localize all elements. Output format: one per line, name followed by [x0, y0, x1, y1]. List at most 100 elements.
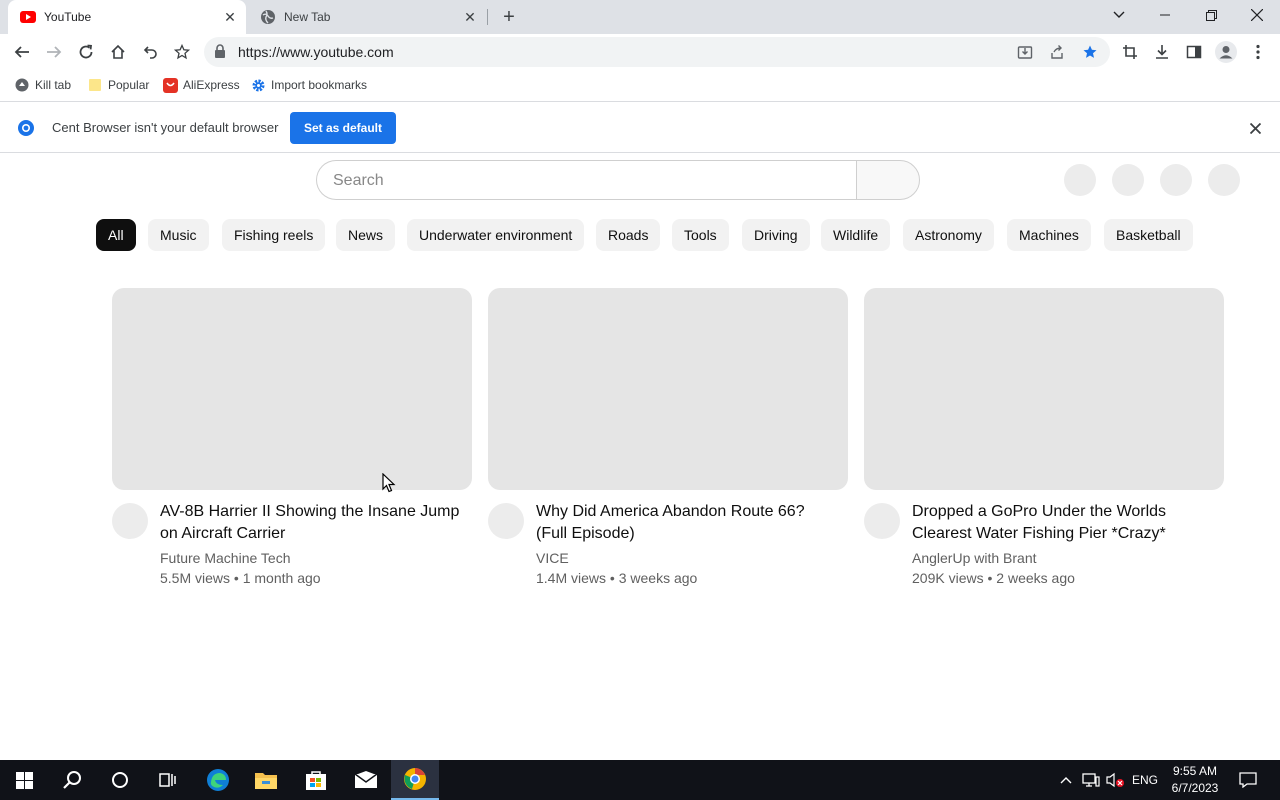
notifications-button[interactable] [1232, 760, 1264, 800]
chevron-up-icon [1060, 777, 1072, 784]
tab-search-button[interactable] [1096, 0, 1142, 30]
chip-underwater-environment[interactable]: Underwater environment [407, 219, 585, 251]
star-filled-icon[interactable] [1079, 41, 1101, 63]
crop-screenshot-button[interactable] [1116, 38, 1144, 66]
star-outline-icon [174, 44, 190, 60]
clock-time: 9:55 AM [1172, 764, 1218, 778]
close-tab-icon[interactable]: ✕ [220, 7, 240, 27]
url-text: https://www.youtube.com [238, 44, 394, 60]
search-input[interactable]: Search [316, 160, 857, 200]
bookmark-label: Import bookmarks [271, 78, 368, 92]
kill-tab-icon [14, 77, 30, 93]
search-button[interactable] [856, 160, 920, 200]
profile-button[interactable] [1212, 38, 1240, 66]
address-bar[interactable]: https://www.youtube.com [204, 37, 1110, 67]
input-language-indicator[interactable]: ENG [1128, 760, 1162, 800]
bookmark-star-button[interactable] [168, 38, 196, 66]
arrow-left-icon [14, 46, 29, 58]
side-panel-button[interactable] [1180, 38, 1208, 66]
video-thumbnail[interactable] [112, 288, 472, 490]
bookmark-popular[interactable]: Popular [87, 75, 149, 95]
bookmark-kill-tab[interactable]: Kill tab [14, 75, 71, 95]
file-explorer-taskbar-button[interactable] [242, 760, 290, 800]
bookmark-import[interactable]: Import bookmarks [250, 75, 367, 95]
back-button[interactable] [8, 38, 36, 66]
tab-label: YouTube [44, 10, 92, 24]
forward-button[interactable] [40, 38, 68, 66]
new-tab-button[interactable]: + [498, 6, 520, 28]
close-icon [1251, 9, 1263, 21]
install-app-icon[interactable] [1014, 41, 1036, 63]
header-action-placeholder[interactable] [1064, 164, 1096, 196]
video-title[interactable]: AV-8B Harrier II Showing the Insane Jump… [160, 501, 460, 545]
chip-driving[interactable]: Driving [742, 219, 810, 251]
avatar[interactable] [1208, 164, 1240, 196]
chip-all[interactable]: All [96, 219, 136, 251]
taskbar: ENG 9:55 AM 6/7/2023 [0, 760, 1280, 800]
task-view-button[interactable] [144, 760, 192, 800]
channel-name[interactable]: AnglerUp with Brant [912, 550, 1037, 566]
mouse-cursor-icon [382, 473, 396, 493]
minimize-button[interactable] [1142, 0, 1188, 30]
reload-button[interactable] [72, 38, 100, 66]
taskbar-clock[interactable]: 9:55 AM 6/7/2023 [1164, 763, 1226, 797]
mail-icon [354, 771, 378, 788]
arrow-right-icon [47, 46, 62, 58]
video-title[interactable]: Why Did America Abandon Route 66? (Full … [536, 501, 836, 545]
tab-new-tab[interactable]: New Tab ✕ [248, 0, 486, 34]
bookmark-label: Popular [108, 78, 150, 92]
channel-avatar[interactable] [864, 503, 900, 539]
close-infobar-button[interactable] [1245, 118, 1265, 138]
chevron-down-icon [1113, 11, 1125, 18]
minimize-icon [1160, 14, 1170, 16]
close-window-button[interactable] [1234, 0, 1280, 30]
store-taskbar-button[interactable] [292, 760, 340, 800]
channel-name[interactable]: Future Machine Tech [160, 550, 290, 566]
share-icon[interactable] [1046, 41, 1068, 63]
bookmark-label: Kill tab [35, 78, 72, 92]
chip-basketball[interactable]: Basketball [1104, 219, 1193, 251]
channel-avatar[interactable] [488, 503, 524, 539]
cent-browser-taskbar-button[interactable] [391, 760, 439, 800]
chip-news[interactable]: News [336, 219, 396, 251]
tab-youtube[interactable]: YouTube ✕ [8, 0, 246, 34]
bookmark-aliexpress[interactable]: AliExpress [162, 75, 240, 95]
cortana-button[interactable] [96, 760, 144, 800]
downloads-button[interactable] [1148, 38, 1176, 66]
header-action-placeholder[interactable] [1112, 164, 1144, 196]
volume-muted-icon [1106, 772, 1124, 788]
video-views: 5.5M views [160, 570, 231, 586]
network-button[interactable] [1080, 760, 1102, 800]
menu-button[interactable] [1244, 38, 1272, 66]
video-thumbnail[interactable] [488, 288, 848, 490]
volume-button[interactable] [1104, 760, 1126, 800]
undo-close-tab-button[interactable] [136, 38, 164, 66]
home-icon [111, 44, 125, 59]
home-button[interactable] [104, 38, 132, 66]
set-as-default-button[interactable]: Set as default [290, 112, 396, 144]
start-button[interactable] [0, 760, 48, 800]
chip-tools[interactable]: Tools [672, 219, 729, 251]
channel-name[interactable]: VICE [536, 550, 569, 566]
taskbar-search-button[interactable] [48, 760, 96, 800]
channel-avatar[interactable] [112, 503, 148, 539]
edge-taskbar-button[interactable] [194, 760, 242, 800]
lock-icon [214, 44, 226, 64]
close-tab-icon[interactable]: ✕ [460, 7, 480, 27]
video-title[interactable]: Dropped a GoPro Under the Worlds Cleares… [912, 501, 1212, 545]
chip-fishing-reels[interactable]: Fishing reels [222, 219, 326, 251]
chip-roads[interactable]: Roads [596, 219, 661, 251]
cortana-icon [112, 772, 128, 788]
bookmarks-bar: Kill tab Popular AliExpress Import bookm… [0, 70, 1280, 100]
video-thumbnail[interactable] [864, 288, 1224, 490]
video-views: 1.4M views [536, 570, 607, 586]
restore-button[interactable] [1188, 0, 1234, 30]
chip-machines[interactable]: Machines [1007, 219, 1091, 251]
mail-taskbar-button[interactable] [342, 760, 390, 800]
show-hidden-icons-button[interactable] [1056, 760, 1076, 800]
bookmark-label: AliExpress [183, 78, 240, 92]
header-action-placeholder[interactable] [1160, 164, 1192, 196]
chip-music[interactable]: Music [148, 219, 209, 251]
chip-wildlife[interactable]: Wildlife [821, 219, 891, 251]
chip-astronomy[interactable]: Astronomy [903, 219, 994, 251]
